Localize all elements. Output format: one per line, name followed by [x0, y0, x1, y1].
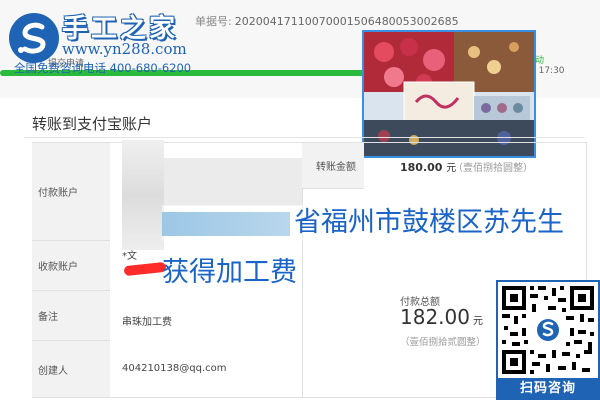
transfer-amount-value: 180.00 — [400, 161, 443, 174]
serial-label: 单据号: — [195, 15, 232, 28]
note-label: 备注 — [38, 312, 58, 323]
creator-label-cell: 创建人 — [32, 341, 110, 397]
receiver-label-cell: 收款账户 — [32, 241, 110, 291]
progress-status: 动 — [535, 56, 545, 66]
payer-account-redacted-edge — [122, 140, 164, 250]
promo-product-image — [362, 30, 536, 158]
serial-number: 单据号: 20200417110070001506480053002685 — [195, 13, 459, 29]
transfer-amount: 180.00 元 — [400, 159, 456, 174]
note-value: 串珠加工费 — [122, 317, 172, 328]
divider — [24, 137, 584, 138]
creator-value: 404210138@qq.com — [122, 363, 227, 374]
hotline-number: 400-680-6200 — [109, 61, 192, 75]
transfer-amount-cn: （壹佰捌拾圆整） — [453, 163, 533, 174]
qr-code-icon — [500, 284, 596, 376]
transfer-amount-label: 转账金额 — [316, 162, 356, 173]
serial-value: 20200417110070001506480053002685 — [234, 15, 459, 28]
total-unit: 元 — [472, 316, 483, 327]
overlay-line-1-text: 省福州市鼓楼区苏先生 — [294, 207, 564, 238]
payer-label: 付款账户 — [38, 188, 78, 199]
transfer-amount-label-cell: 转账金额 — [302, 143, 364, 189]
receiver-name: *文 — [122, 251, 137, 262]
note-label-cell: 备注 — [32, 291, 110, 341]
qr-consult-label: 扫码咨询 — [496, 378, 600, 400]
hotline: 全国免费咨询电话 400-680-6200 — [14, 60, 191, 76]
overlay-redacted — [162, 211, 290, 236]
hotline-prefix: 全国免费咨询电话 — [14, 61, 106, 75]
total-value: 182.00 — [400, 305, 470, 329]
total-amount-cn: （壹佰捌拾贰圆整） — [400, 337, 486, 348]
receiver-label: 收款账户 — [38, 262, 78, 273]
creator-label: 创建人 — [38, 365, 68, 377]
total-amount: 182.00 元 — [400, 305, 483, 329]
payer-label-cell: 付款账户 — [32, 143, 110, 241]
overlay-line-2: 获得加工费 — [162, 257, 297, 288]
section-title: 转账到支付宝账户 — [32, 115, 153, 133]
overlay-line-1: 省福州市鼓楼区苏先生 — [162, 205, 564, 241]
